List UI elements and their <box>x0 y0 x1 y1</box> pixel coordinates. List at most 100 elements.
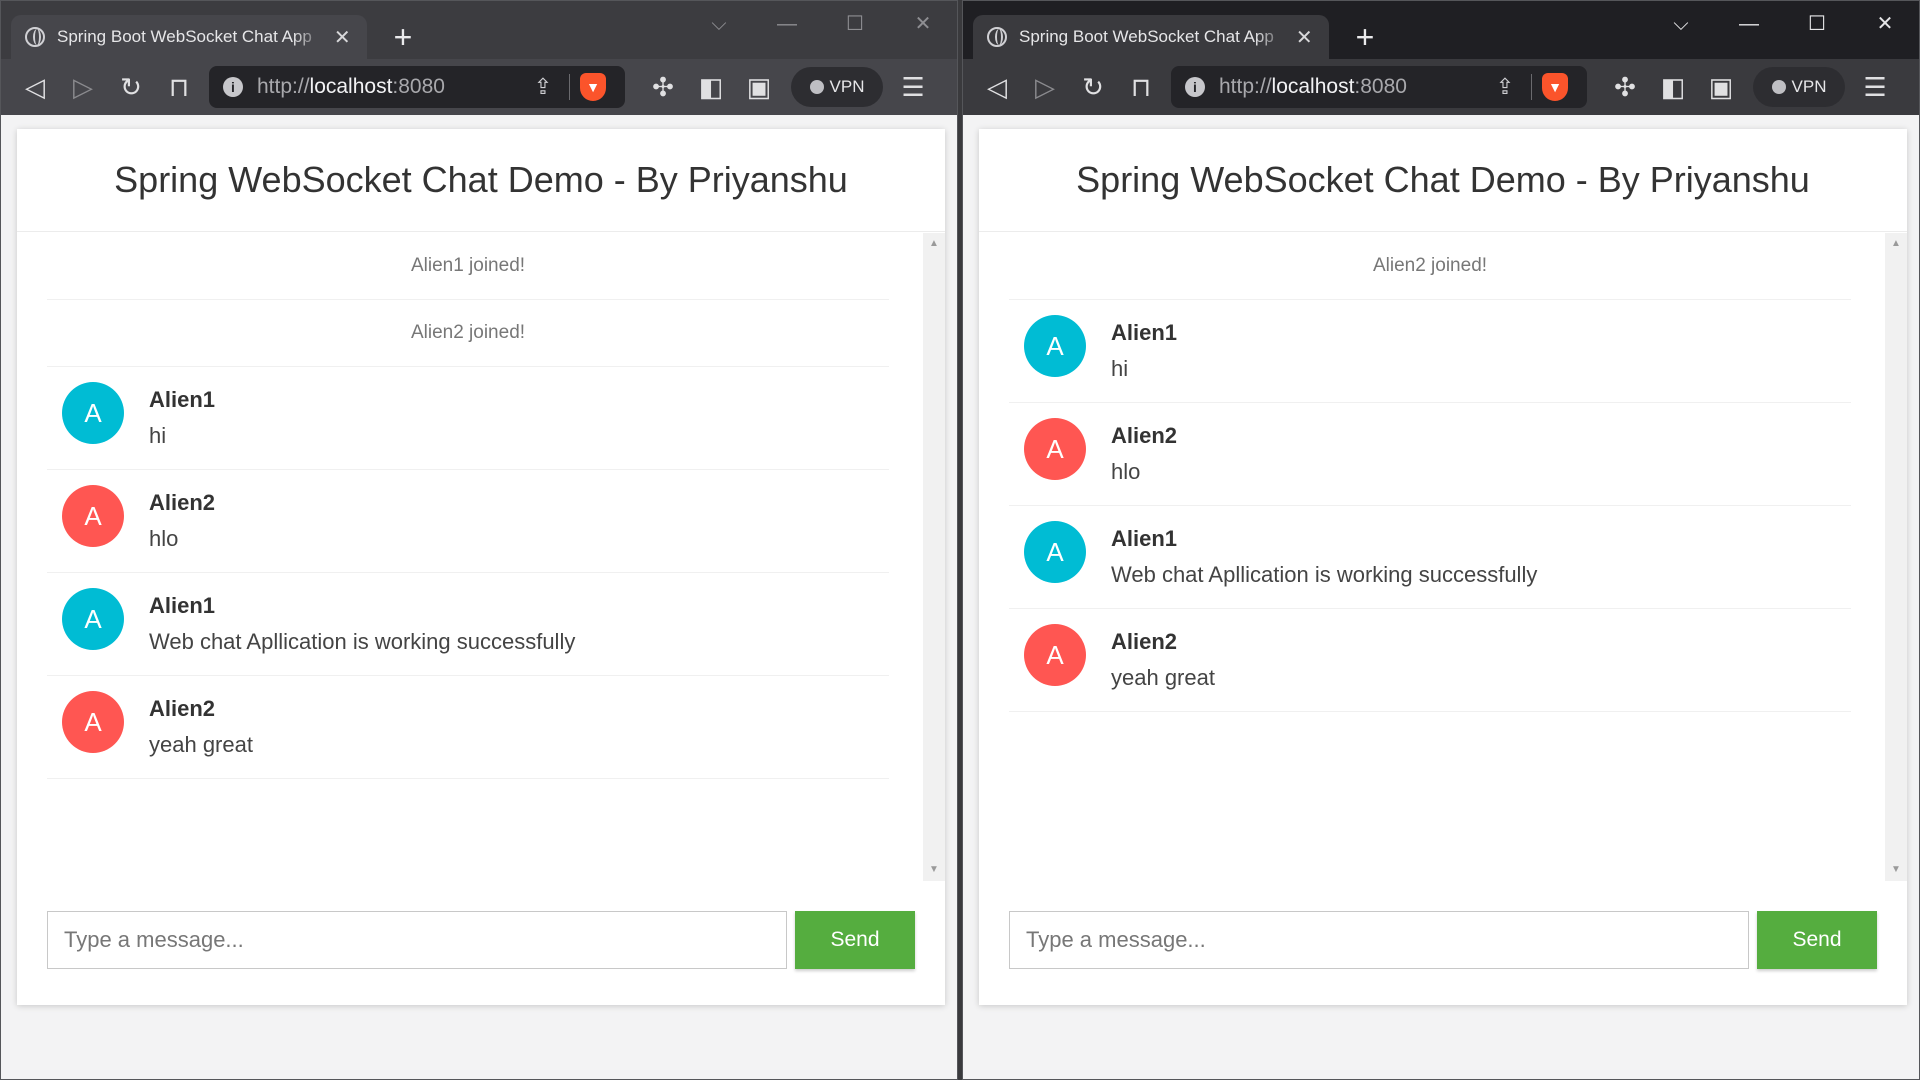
page-title: Spring WebSocket Chat Demo - By Priyansh… <box>114 159 848 200</box>
brave-shield-icon[interactable]: ▼ <box>1542 73 1568 101</box>
page-viewport: Spring WebSocket Chat Demo - By Priyansh… <box>963 115 1919 1079</box>
bookmark-icon[interactable]: ⊓ <box>1117 63 1165 111</box>
vpn-status-icon <box>809 80 824 94</box>
avatar: A <box>62 588 124 650</box>
browser-toolbar: ◁ ▷ ↻ ⊓ i http://localhost:8080 ⇪ ▼ ✣ ◧ … <box>963 59 1919 115</box>
new-tab-button[interactable]: + <box>385 15 421 59</box>
tab-close-icon[interactable]: ✕ <box>331 25 353 50</box>
reload-icon[interactable]: ↻ <box>107 63 155 111</box>
message-sender: Alien1 <box>1111 526 1178 551</box>
message-form: Send <box>47 911 915 969</box>
reload-icon[interactable]: ↻ <box>1069 63 1117 111</box>
chat-container: Spring WebSocket Chat Demo - By Priyansh… <box>979 129 1907 1005</box>
minimize-button[interactable]: — <box>753 7 821 41</box>
globe-icon <box>987 27 1007 47</box>
title-bar: Spring Boot WebSocket Chat App ✕ + ⌵ — ☐… <box>963 1 1919 59</box>
chat-message: A Alien1 hi <box>47 367 889 470</box>
divider <box>569 74 570 100</box>
message-sender: Alien2 <box>149 696 216 721</box>
puzzle-icon[interactable]: ✣ <box>1601 63 1649 111</box>
title-bar: Spring Boot WebSocket Chat App ✕ + ⌵ — ☐… <box>1 1 957 59</box>
message-text: Web chat Apllication is working successf… <box>1111 562 1538 587</box>
message-area: Alien2 joined! A Alien1 hi A Alien2 hlo <box>979 233 1907 881</box>
scroll-down-arrow-icon[interactable]: ▼ <box>923 859 945 881</box>
globe-icon <box>25 27 45 47</box>
vpn-button[interactable]: VPN <box>1753 67 1845 107</box>
forward-icon[interactable]: ▷ <box>1021 63 1069 111</box>
wallet-icon[interactable]: ▣ <box>735 63 783 111</box>
message-text: hlo <box>1111 459 1141 484</box>
vpn-label: VPN <box>829 77 865 96</box>
url-text[interactable]: http://localhost:8080 <box>257 75 527 99</box>
avatar: A <box>62 691 124 753</box>
message-scrollbar[interactable]: ▲ ▼ <box>923 233 945 881</box>
chat-message: A Alien2 hlo <box>1009 403 1851 506</box>
sidebar-icon[interactable]: ◧ <box>687 63 735 111</box>
message-sender: Alien1 <box>149 387 216 412</box>
browser-window-left: Spring Boot WebSocket Chat App ✕ + ⌵ — ☐… <box>0 0 958 1080</box>
scroll-up-arrow-icon[interactable]: ▲ <box>923 233 945 255</box>
browser-tab[interactable]: Spring Boot WebSocket Chat App ✕ <box>973 15 1329 59</box>
chat-message: A Alien2 yeah great <box>1009 609 1851 712</box>
message-scrollbar[interactable]: ▲ ▼ <box>1885 233 1907 881</box>
url-text[interactable]: http://localhost:8080 <box>1219 75 1489 99</box>
message-text: hi <box>1111 356 1129 381</box>
message-text: Web chat Apllication is working successf… <box>149 629 576 654</box>
scroll-up-arrow-icon[interactable]: ▲ <box>1885 233 1907 255</box>
address-bar[interactable]: i http://localhost:8080 ⇪ ▼ <box>209 66 625 108</box>
vpn-status-icon <box>1771 80 1786 94</box>
browser-window-right: Spring Boot WebSocket Chat App ✕ + ⌵ — ☐… <box>962 0 1920 1080</box>
message-form: Send <box>1009 911 1877 969</box>
tab-title: Spring Boot WebSocket Chat App <box>1019 27 1274 46</box>
message-text: yeah great <box>149 732 253 757</box>
chat-message: A Alien1 hi <box>1009 300 1851 403</box>
vpn-label: VPN <box>1791 77 1827 96</box>
bookmark-icon[interactable]: ⊓ <box>155 63 203 111</box>
maximize-button[interactable]: ☐ <box>821 7 889 41</box>
event-message: Alien1 joined! <box>47 233 889 300</box>
message-input[interactable] <box>47 911 787 969</box>
wallet-icon[interactable]: ▣ <box>1697 63 1745 111</box>
avatar: A <box>1024 418 1086 480</box>
message-sender: Alien1 <box>149 593 216 618</box>
tab-list-chevron-icon[interactable]: ⌵ <box>685 7 753 41</box>
puzzle-icon[interactable]: ✣ <box>639 63 687 111</box>
send-button[interactable]: Send <box>795 911 915 969</box>
maximize-button[interactable]: ☐ <box>1783 7 1851 41</box>
scroll-down-arrow-icon[interactable]: ▼ <box>1885 859 1907 881</box>
vpn-button[interactable]: VPN <box>791 67 883 107</box>
address-bar[interactable]: i http://localhost:8080 ⇪ ▼ <box>1171 66 1587 108</box>
back-icon[interactable]: ◁ <box>973 63 1021 111</box>
share-icon[interactable]: ⇪ <box>527 74 559 100</box>
share-icon[interactable]: ⇪ <box>1489 74 1521 100</box>
browser-tab[interactable]: Spring Boot WebSocket Chat App ✕ <box>11 15 367 59</box>
chat-header: Spring WebSocket Chat Demo - By Priyansh… <box>17 129 945 232</box>
window-controls: ⌵ — ☐ ✕ <box>685 7 957 41</box>
tab-list-chevron-icon[interactable]: ⌵ <box>1647 7 1715 41</box>
send-button[interactable]: Send <box>1757 911 1877 969</box>
hamburger-icon[interactable]: ☰ <box>1851 63 1899 111</box>
close-window-button[interactable]: ✕ <box>1851 7 1919 41</box>
chat-container: Spring WebSocket Chat Demo - By Priyansh… <box>17 129 945 1005</box>
site-info-icon[interactable]: i <box>223 77 243 97</box>
close-window-button[interactable]: ✕ <box>889 7 957 41</box>
back-icon[interactable]: ◁ <box>11 63 59 111</box>
message-text: yeah great <box>1111 665 1215 690</box>
message-sender: Alien1 <box>1111 320 1178 345</box>
site-info-icon[interactable]: i <box>1185 77 1205 97</box>
chat-message: A Alien1 Web chat Apllication is working… <box>1009 506 1851 609</box>
tab-close-icon[interactable]: ✕ <box>1293 25 1315 50</box>
tab-title: Spring Boot WebSocket Chat App <box>57 27 312 46</box>
minimize-button[interactable]: — <box>1715 7 1783 41</box>
forward-icon[interactable]: ▷ <box>59 63 107 111</box>
hamburger-icon[interactable]: ☰ <box>889 63 937 111</box>
brave-shield-icon[interactable]: ▼ <box>580 73 606 101</box>
browser-toolbar: ◁ ▷ ↻ ⊓ i http://localhost:8080 ⇪ ▼ ✣ ◧ … <box>1 59 957 115</box>
avatar: A <box>1024 315 1086 377</box>
sidebar-icon[interactable]: ◧ <box>1649 63 1697 111</box>
message-text: hi <box>149 423 167 448</box>
event-message: Alien2 joined! <box>1009 233 1851 300</box>
new-tab-button[interactable]: + <box>1347 15 1383 59</box>
message-input[interactable] <box>1009 911 1749 969</box>
page-title: Spring WebSocket Chat Demo - By Priyansh… <box>1076 159 1810 200</box>
